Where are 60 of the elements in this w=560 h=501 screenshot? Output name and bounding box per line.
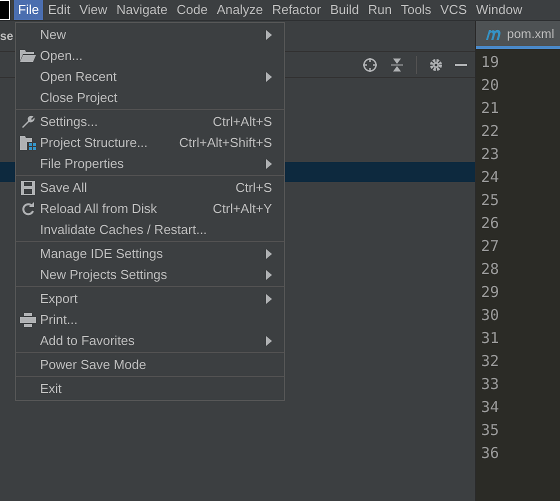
- menu-item[interactable]: Manage IDE Settings: [16, 243, 284, 264]
- line-number: 23: [481, 144, 500, 165]
- menu-bar-item[interactable]: Analyze: [212, 0, 267, 20]
- menu-item[interactable]: Add to Favorites: [16, 330, 284, 351]
- menu-item[interactable]: Print...: [16, 309, 284, 330]
- menu-item[interactable]: File Properties: [16, 153, 284, 174]
- menu-bar-item[interactable]: Refactor: [268, 0, 326, 20]
- line-number: 30: [481, 305, 500, 326]
- line-number: 27: [481, 236, 500, 257]
- app-logo-icon: [0, 0, 10, 20]
- menu-bar-item[interactable]: View: [75, 0, 112, 20]
- menu-item[interactable]: Settings... Ctrl+Alt+S: [16, 111, 284, 132]
- line-number: 36: [481, 443, 500, 464]
- wrench-icon: [21, 114, 35, 128]
- menu-item[interactable]: Project Structure... Ctrl+Alt+Shift+S: [16, 132, 284, 153]
- menu-item[interactable]: Save All Ctrl+S: [16, 177, 284, 198]
- menu-item[interactable]: Exit: [16, 378, 284, 399]
- line-number: 22: [481, 121, 500, 142]
- menu-item[interactable]: Open...: [16, 45, 284, 66]
- line-number: 34: [481, 397, 500, 418]
- line-number: 25: [481, 190, 500, 211]
- menu-bar-item[interactable]: Edit: [44, 0, 74, 20]
- structure-icon: [20, 136, 36, 150]
- locate-icon[interactable]: [362, 56, 378, 72]
- save-icon: [21, 180, 35, 194]
- printer-icon: [20, 312, 36, 326]
- line-number: 33: [481, 374, 500, 395]
- menu-item[interactable]: New Projects Settings: [16, 264, 284, 285]
- menu-item[interactable]: Invalidate Caches / Restart...: [16, 219, 284, 240]
- line-number: 21: [481, 98, 500, 119]
- menu-item[interactable]: Open Recent: [16, 66, 284, 87]
- menu-bar-item[interactable]: Window: [472, 0, 526, 20]
- line-number: 32: [481, 351, 500, 372]
- menu-item[interactable]: Power Save Mode: [16, 354, 284, 375]
- menu-item[interactable]: Close Project: [16, 87, 284, 108]
- collapse-icon[interactable]: [390, 56, 404, 72]
- menu-bar-item[interactable]: Code: [172, 0, 212, 20]
- menu-item[interactable]: New: [16, 24, 284, 45]
- menu-bar-item[interactable]: Tools: [396, 0, 436, 20]
- menu-bar-item[interactable]: Build: [326, 0, 364, 20]
- line-number: 31: [481, 328, 500, 349]
- menu-item[interactable]: Reload All from Disk Ctrl+Alt+Y: [16, 198, 284, 219]
- breadcrumb[interactable]: se: [0, 29, 14, 43]
- menu-bar-item[interactable]: VCS: [436, 0, 471, 20]
- menu-bar-item[interactable]: File: [14, 0, 43, 20]
- line-number: 20: [481, 75, 500, 96]
- minimize-icon[interactable]: [455, 62, 467, 66]
- line-number: 19: [481, 52, 500, 73]
- folder-icon: [20, 49, 36, 62]
- settings-icon[interactable]: [429, 58, 443, 72]
- line-number: 24: [481, 167, 500, 188]
- line-number: 29: [481, 282, 500, 303]
- menu-bar-item[interactable]: Run: [364, 0, 396, 20]
- line-number: 35: [481, 420, 500, 441]
- menu-item[interactable]: Export: [16, 288, 284, 309]
- line-number: 28: [481, 259, 500, 280]
- line-number: 26: [481, 213, 500, 234]
- editor-tab[interactable]: pom.xml: [476, 21, 560, 49]
- menu-bar-item[interactable]: Navigate: [112, 0, 172, 20]
- reload-icon: [21, 202, 35, 216]
